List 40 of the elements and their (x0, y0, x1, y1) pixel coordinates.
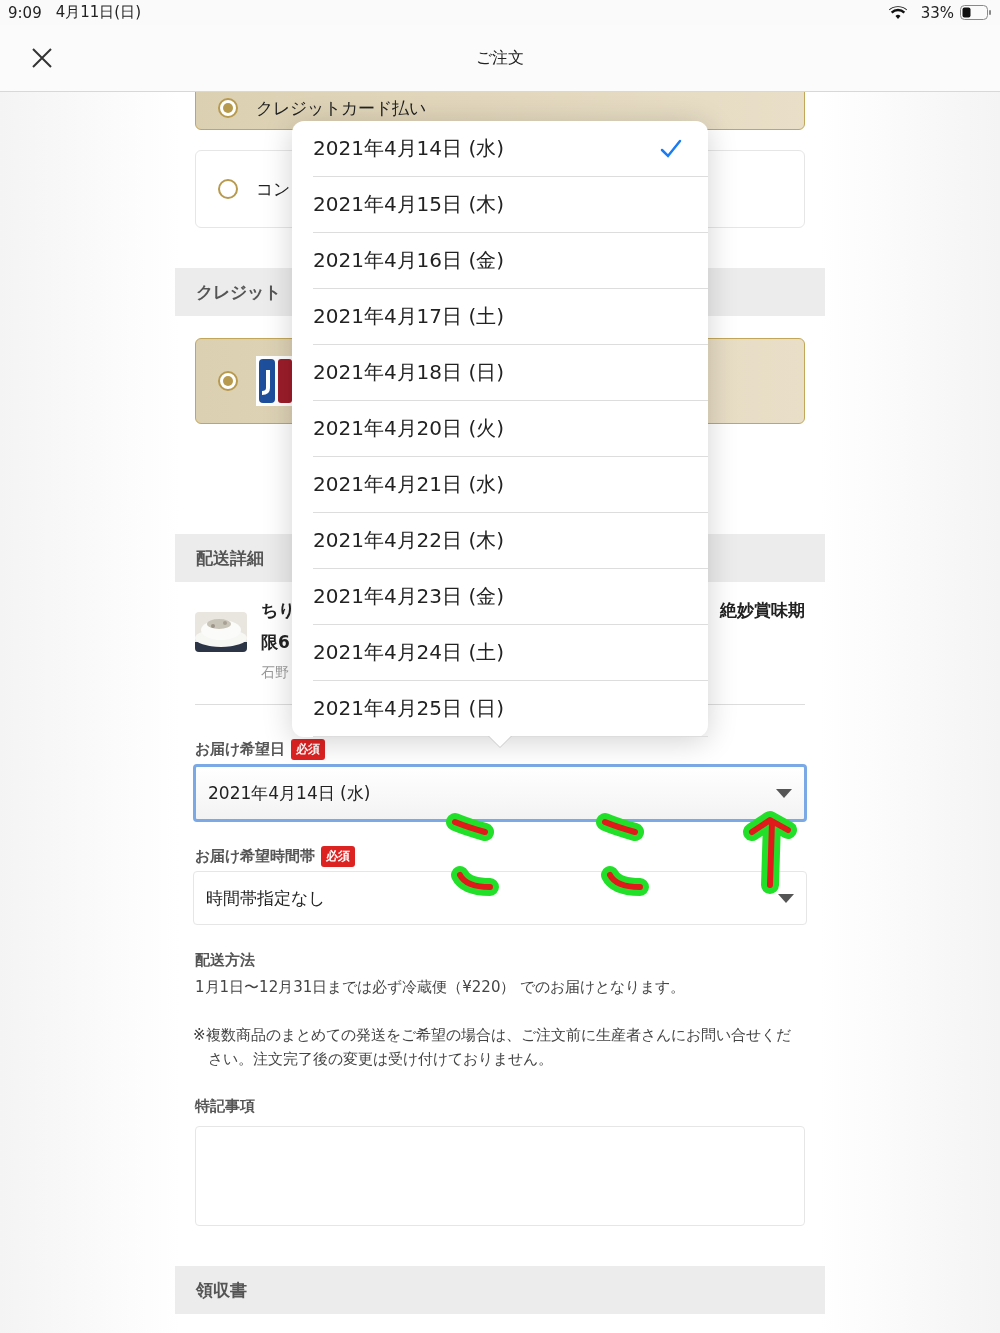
date-option[interactable]: 2021年4月15日 (木) (313, 177, 708, 233)
section-title: 特記事項 (195, 1097, 256, 1116)
payment-option-label: コン (256, 177, 290, 201)
remarks-field[interactable] (195, 1126, 805, 1226)
field-label: お届け希望時間帯 (195, 847, 315, 866)
status-date: 4月11日(日) (55, 3, 142, 22)
dropdown-icon (778, 893, 794, 903)
required-badge: 必須 (321, 846, 355, 867)
date-option[interactable]: 2021年4月17日 (土) (313, 289, 708, 345)
section-header: 領収書 (175, 1266, 825, 1314)
product-title: ちり (261, 599, 295, 622)
product-title: 限6 (261, 631, 290, 654)
select-field[interactable]: 2021年4月14日 (水) (193, 764, 807, 822)
date-option[interactable]: 2021年4月24日 (土) (313, 625, 708, 681)
date-option[interactable]: 2021年4月16日 (金) (313, 233, 708, 289)
page-title: ご注文 (475, 47, 525, 69)
radio-button[interactable] (218, 98, 238, 118)
payment-option-label: クレジットカード払い (256, 97, 426, 120)
status-time: 9:09 (8, 3, 42, 22)
date-option[interactable]: 2021年4月14日 (水) (313, 121, 708, 177)
close-icon[interactable] (31, 47, 53, 69)
date-option[interactable]: 2021年4月21日 (水) (313, 457, 708, 513)
section-title: 配送方法 (195, 951, 256, 970)
radio-button[interactable] (218, 371, 238, 391)
battery-icon (960, 5, 992, 20)
battery-percent: 33% (920, 3, 954, 22)
required-badge: 必須 (291, 739, 325, 760)
product-title: 絶妙賞味期 (720, 599, 805, 622)
date-option[interactable]: 2021年4月20日 (火) (313, 401, 708, 457)
dropdown-icon (776, 788, 792, 798)
producer-name: 石野 (261, 664, 289, 682)
note-text: ※複数商品のまとめての発送をご希望の場合は、ご注文前に生産者さんにお問い合せください。注文完了後の変更は受け付けておりません。 (193, 1025, 792, 1070)
wifi-icon (888, 5, 907, 20)
select-field[interactable]: 時間帯指定なし (193, 871, 807, 925)
radio-button[interactable] (218, 179, 238, 199)
date-option[interactable]: 2021年4月23日 (金) (313, 569, 708, 625)
date-option[interactable]: 2021年4月22日 (木) (313, 513, 708, 569)
delivery-method-text: 1月1日〜12月31日までは必ず冷蔵便（¥220） でのお届けとなります。 (195, 978, 687, 997)
field-label: お届け希望日 (195, 740, 285, 759)
date-option[interactable]: 2021年4月18日 (日) (313, 345, 708, 401)
